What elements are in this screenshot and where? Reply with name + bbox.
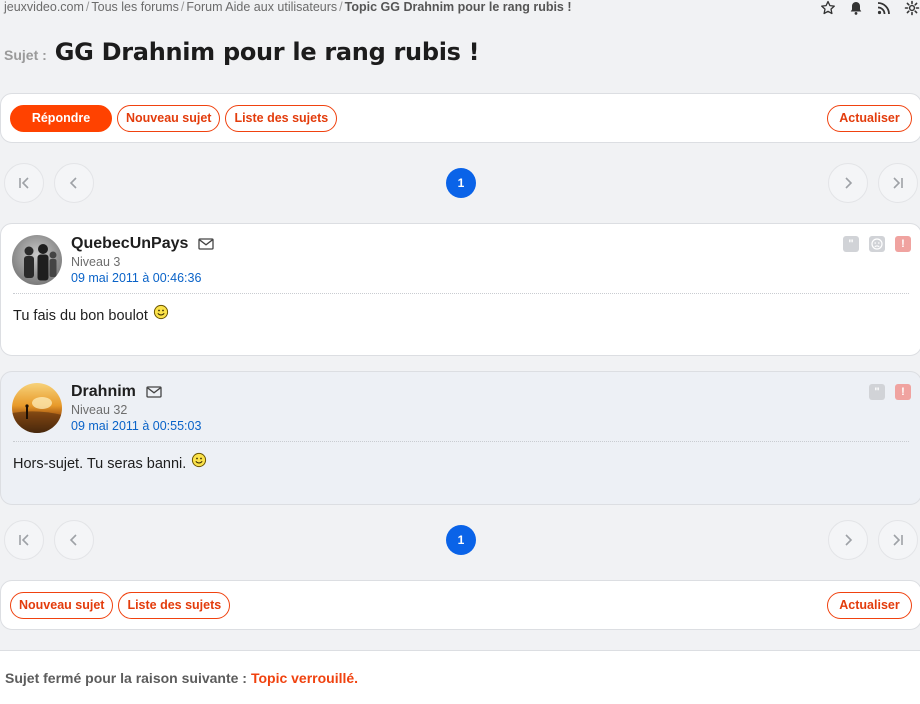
first-page-icon [19,534,29,546]
rss-icon[interactable] [876,0,892,16]
post-actions: " ! [843,236,911,252]
gear-icon[interactable] [904,0,920,16]
post-date[interactable]: 09 mai 2011 à 00:46:36 [71,271,201,285]
breadcrumb-all-forums[interactable]: Tous les forums [91,0,179,14]
topic-list-button[interactable]: Liste des sujets [118,591,231,619]
post-actions: " ! [869,384,911,400]
first-page-icon [19,177,29,189]
refresh-button[interactable]: Actualiser [827,591,912,619]
chevron-left-icon [69,177,77,189]
new-topic-button[interactable]: Nouveau sujet [117,104,221,132]
topic-title-prefix: Sujet : [4,47,47,63]
topic-title-row: Sujet : GG Drahnim pour le rang rubis ! [4,38,480,66]
alert-icon[interactable]: ! [895,384,911,400]
post-content: Tu fais du bon boulot [13,304,169,324]
breadcrumb-separator: / [180,0,185,14]
reply-button[interactable]: Répondre [10,104,112,132]
post-text: Hors-sujet. Tu seras banni. [13,456,187,472]
bell-icon[interactable] [848,0,864,16]
quote-icon[interactable]: " [843,236,859,252]
quote-icon[interactable]: " [869,384,885,400]
sad-icon[interactable] [869,236,885,252]
pagination-top: 1 [0,163,920,203]
post-divider [13,441,909,442]
smiley-icon [153,304,169,320]
breadcrumb-separator: / [339,0,343,14]
breadcrumb: jeuxvideo.com / Tous les forums / Forum Aide… [4,0,572,16]
top-icon-bar [820,0,920,16]
last-page-button[interactable] [878,520,918,560]
new-topic-button[interactable]: Nouveau sujet [10,591,114,619]
post-date[interactable]: 09 mai 2011 à 00:55:03 [71,419,201,433]
avatar[interactable] [12,235,62,285]
mail-icon[interactable] [146,386,162,398]
previous-page-button[interactable] [54,163,94,203]
author-level: Niveau 32 [71,403,128,417]
forum-post: QuebecUnPays Niveau 3 09 mai 2011 à 00:4… [0,223,920,356]
author-name[interactable]: QuebecUnPays [71,235,188,253]
breadcrumb-separator: / [85,0,90,14]
post-divider [13,293,909,294]
author-row: QuebecUnPays [71,235,215,253]
breadcrumb-current: Topic GG Drahnim pour le rang rubis ! [344,0,572,14]
author-name[interactable]: Drahnim [71,383,136,401]
chevron-right-icon [845,177,853,189]
post-content: Hors-sujet. Tu seras banni. [13,452,207,472]
current-page[interactable]: 1 [446,168,476,198]
topic-list-button[interactable]: Liste des sujets [225,104,338,132]
chevron-left-icon [69,534,77,546]
mail-icon[interactable] [198,238,215,250]
alert-icon[interactable]: ! [895,236,911,252]
previous-page-button[interactable] [54,520,94,560]
breadcrumb-forum[interactable]: Forum Aide aux utilisateurs [186,0,337,14]
current-page[interactable]: 1 [446,525,476,555]
avatar[interactable] [12,383,62,433]
chevron-right-icon [845,534,853,546]
breadcrumb-home[interactable]: jeuxvideo.com [4,0,84,14]
next-page-button[interactable] [828,520,868,560]
author-level: Niveau 3 [71,255,121,269]
first-page-button[interactable] [4,163,44,203]
refresh-button[interactable]: Actualiser [827,104,912,132]
closed-notice-reason: Topic verrouillé. [250,669,359,686]
pagination-bottom: 1 [0,520,920,560]
next-page-button[interactable] [828,163,868,203]
last-page-button[interactable] [878,163,918,203]
last-page-icon [893,534,903,546]
last-page-icon [893,177,903,189]
top-action-bar: Répondre Nouveau sujet Liste des sujets … [0,93,920,143]
first-page-button[interactable] [4,520,44,560]
closed-notice-label: Sujet fermé pour la raison suivante : [5,669,247,686]
topic-closed-notice: Sujet fermé pour la raison suivante : To… [0,650,920,704]
post-text: Tu fais du bon boulot [13,308,148,324]
topic-title: GG Drahnim pour le rang rubis ! [54,38,480,66]
forum-post: Drahnim Niveau 32 09 mai 2011 à 00:55:03… [0,371,920,505]
smiley-icon [191,452,207,468]
star-icon[interactable] [820,0,836,16]
bottom-action-bar: Nouveau sujet Liste des sujets Actualise… [0,580,920,630]
author-row: Drahnim [71,383,162,401]
